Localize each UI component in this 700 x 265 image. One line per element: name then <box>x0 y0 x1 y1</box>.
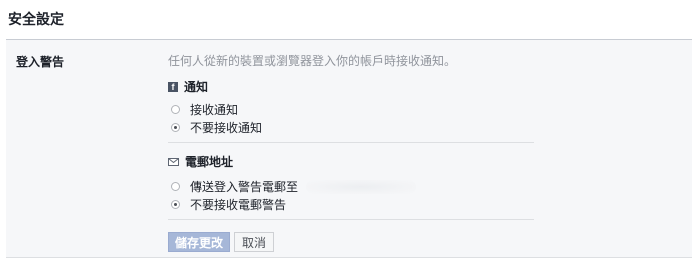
page-title: 安全設定 <box>8 12 64 28</box>
radio-label: 不要接收電郵警告 <box>190 198 287 212</box>
divider <box>168 142 534 143</box>
envelope-icon <box>168 157 179 166</box>
radio-label: 傳送登入警告電郵至 <box>190 180 299 194</box>
login-alerts-panel: 登入警告 任何人從新的裝置或瀏覽器登入你的帳戶時接收通知。 f 通知 接收通知 … <box>6 39 692 258</box>
divider <box>168 219 534 220</box>
redacted-email <box>306 179 417 194</box>
cancel-button[interactable]: 取消 <box>234 232 274 252</box>
email-heading: 電郵地址 <box>168 153 233 170</box>
section-label: 登入警告 <box>16 55 65 69</box>
radio-no-email-alert[interactable]: 不要接收電郵警告 <box>171 196 286 213</box>
radio-button-checked[interactable] <box>171 123 180 132</box>
radio-button[interactable] <box>171 105 180 114</box>
radio-send-email-alert[interactable]: 傳送登入警告電郵至 <box>171 178 417 195</box>
radio-receive-notifications[interactable]: 接收通知 <box>171 101 238 118</box>
radio-label: 接收通知 <box>190 103 239 117</box>
radio-button[interactable] <box>171 182 180 191</box>
section-description: 任何人從新的裝置或瀏覽器登入你的帳戶時接收通知。 <box>168 54 457 68</box>
radio-label: 不要接收通知 <box>190 121 263 135</box>
email-heading-label: 電郵地址 <box>185 155 234 169</box>
radio-no-notifications[interactable]: 不要接收通知 <box>171 119 262 136</box>
radio-button-checked[interactable] <box>171 200 180 209</box>
notifications-heading: f 通知 <box>168 78 208 95</box>
notifications-heading-label: 通知 <box>184 80 209 94</box>
facebook-icon: f <box>168 81 178 92</box>
save-changes-button[interactable]: 儲存更改 <box>168 232 230 252</box>
